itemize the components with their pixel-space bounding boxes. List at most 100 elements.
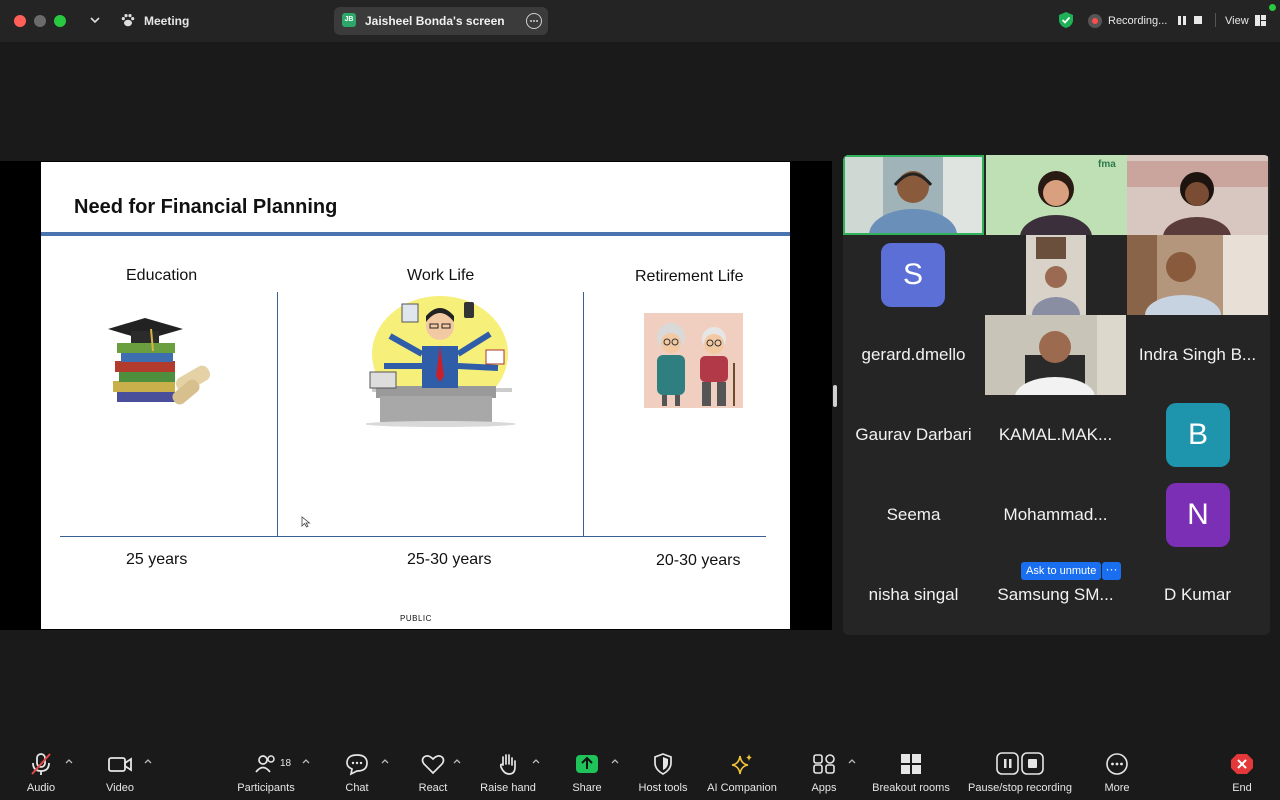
classification-label: PUBLIC <box>400 614 432 623</box>
participant-name: Seema <box>886 505 941 524</box>
react-label: React <box>418 782 448 794</box>
pause-stop-recording-button[interactable]: Pause/stop recording <box>964 742 1076 800</box>
shield-check-icon[interactable] <box>1058 11 1074 29</box>
more-label: More <box>1104 782 1130 794</box>
participant-name: D Kumar <box>1163 585 1232 604</box>
elderly-couple-image <box>644 313 743 408</box>
end-label: End <box>1232 782 1252 794</box>
pause-recording-icon[interactable] <box>1178 16 1186 25</box>
multitasking-worker-image <box>366 296 516 427</box>
chat-button[interactable]: Chat <box>336 742 378 800</box>
timeline-axis <box>60 536 766 537</box>
chevron-down-icon[interactable] <box>88 13 102 27</box>
avatar[interactable]: N <box>1166 483 1230 547</box>
breakout-rooms-button[interactable]: Breakout rooms <box>868 742 954 800</box>
sparkle-icon <box>731 754 752 775</box>
chevron-up-icon[interactable] <box>453 758 461 764</box>
recording-label: Recording... <box>1108 15 1168 27</box>
avatar: S <box>881 243 945 307</box>
raise-hand-button[interactable]: Raise hand <box>478 742 538 800</box>
fullscreen-window-button[interactable] <box>54 15 66 27</box>
video-button[interactable]: Video <box>96 742 144 800</box>
fma-logo: fma <box>1098 159 1116 170</box>
shared-screen-label: Jaisheel Bonda's screen <box>365 14 505 28</box>
stop-recording-icon[interactable] <box>1194 16 1202 24</box>
books-graduation-cap-image <box>108 318 211 405</box>
sharer-initials-badge: JB <box>342 13 356 27</box>
mouse-cursor-icon <box>301 516 311 528</box>
breakout-rooms-icon <box>901 754 921 774</box>
slide-title-rule <box>41 232 790 236</box>
column-divider <box>277 292 278 537</box>
audio-button[interactable]: Audio <box>15 742 67 800</box>
raise-hand-label: Raise hand <box>480 782 536 794</box>
end-meeting-button[interactable]: End <box>1224 742 1260 800</box>
chevron-up-icon[interactable] <box>302 758 310 764</box>
panel-resize-handle[interactable] <box>833 385 837 407</box>
participant-video-tile[interactable]: fma <box>986 155 1127 235</box>
view-grid-icon[interactable] <box>1255 15 1266 26</box>
participants-button[interactable]: 18 Participants <box>232 742 300 800</box>
participant-more-button[interactable]: ··· <box>1102 562 1121 580</box>
chevron-up-icon[interactable] <box>532 758 540 764</box>
host-tools-label: Host tools <box>638 782 688 794</box>
more-options-icon[interactable] <box>526 13 542 29</box>
ai-companion-button[interactable]: AI Companion <box>704 742 780 800</box>
participant-video <box>843 155 984 235</box>
chevron-up-icon[interactable] <box>65 758 73 764</box>
chevron-up-icon[interactable] <box>381 758 389 764</box>
participant-name: gerard.dmello <box>861 345 966 364</box>
shield-icon <box>654 753 672 775</box>
shared-screen-pill[interactable]: JB Jaisheel Bonda's screen <box>334 7 548 35</box>
participant-video-tile[interactable] <box>1026 235 1086 315</box>
react-button[interactable]: React <box>410 742 456 800</box>
ask-to-unmute-button[interactable]: Ask to unmute <box>1021 562 1102 580</box>
view-button[interactable]: View <box>1225 15 1249 27</box>
close-window-button[interactable] <box>14 15 26 27</box>
recording-status: Recording... View <box>1054 10 1274 32</box>
participants-label: Participants <box>237 782 295 794</box>
participant-video <box>985 315 1126 395</box>
avatar[interactable]: B <box>1166 403 1230 467</box>
chevron-up-icon[interactable] <box>848 758 856 764</box>
pause-stop-recording-icon <box>996 752 1044 775</box>
breakout-rooms-label: Breakout rooms <box>872 782 950 794</box>
chevron-up-icon[interactable] <box>144 758 152 764</box>
share-button[interactable]: Share <box>566 742 608 800</box>
mic-muted-icon <box>31 753 51 775</box>
chat-bubble-icon <box>346 754 368 776</box>
divider <box>1215 13 1216 27</box>
participant-name: Samsung SM... <box>997 585 1114 604</box>
meeting-toolbar: Audio Video 18 Participants Chat React R… <box>0 742 1280 800</box>
meeting-paw-icon <box>121 14 135 27</box>
participant-name: nisha singal <box>868 585 959 604</box>
recording-dot-icon <box>1088 14 1102 28</box>
participant-video-tile[interactable] <box>843 155 984 235</box>
participant-video: fma <box>986 155 1127 235</box>
video-camera-icon <box>108 757 132 772</box>
participant-tile[interactable]: S <box>843 235 984 315</box>
audio-label: Audio <box>26 782 56 794</box>
participant-name: KAMAL.MAK... <box>998 425 1113 444</box>
host-tools-button[interactable]: Host tools <box>634 742 692 800</box>
column-divider <box>583 292 584 537</box>
participant-name: Gaurav Darbari <box>855 425 972 444</box>
more-button[interactable]: More <box>1096 742 1138 800</box>
column-heading-education: Education <box>126 267 198 284</box>
column-heading-retirement: Retirement Life <box>635 268 744 285</box>
participant-video-tile[interactable] <box>985 315 1126 395</box>
slide-title: Need for Financial Planning <box>74 196 338 218</box>
heart-icon <box>421 755 445 775</box>
chat-label: Chat <box>345 782 369 794</box>
minimize-window-button[interactable] <box>34 15 46 27</box>
chevron-up-icon[interactable] <box>611 758 619 764</box>
participant-video <box>1026 235 1086 315</box>
participant-video-tile[interactable] <box>1127 155 1268 235</box>
participant-video-tile[interactable] <box>1127 235 1268 315</box>
share-label: Share <box>572 782 602 794</box>
apps-icon <box>813 754 835 774</box>
title-bar: Meeting JB Jaisheel Bonda's screen Recor… <box>0 0 1280 42</box>
status-dot <box>1269 4 1276 11</box>
meeting-title: Meeting <box>144 14 190 28</box>
apps-button[interactable]: Apps <box>805 742 843 800</box>
